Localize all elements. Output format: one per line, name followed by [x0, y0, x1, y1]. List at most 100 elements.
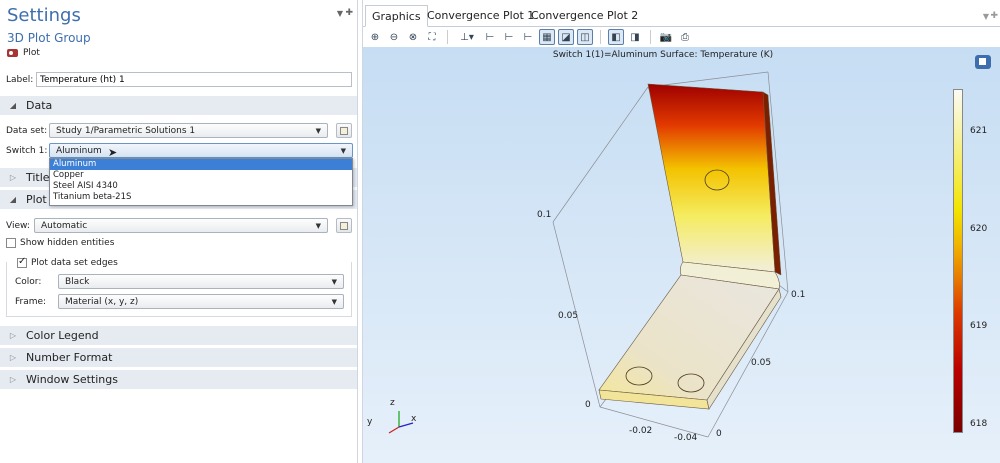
triad-x-label: x	[411, 414, 417, 424]
view-goto-button[interactable]	[336, 218, 352, 233]
dropdown-option-copper[interactable]: Copper	[50, 170, 352, 181]
show-hidden-row[interactable]: Show hidden entities	[6, 238, 114, 248]
switch-caption: Switch 1:	[6, 145, 48, 156]
render-icon[interactable]: ◨	[627, 29, 643, 45]
axis-tick-label: -0.04	[674, 433, 698, 443]
graphics-viewport[interactable]: Switch 1(1)=Aluminum Surface: Temperatur…	[363, 47, 1000, 463]
transparency-icon[interactable]: ◧	[608, 29, 624, 45]
frame-caption: Frame:	[15, 296, 47, 307]
section-data[interactable]: ◢ Data	[0, 95, 357, 115]
show-hidden-checkbox[interactable]	[6, 238, 16, 248]
dataset-combobox[interactable]: Study 1/Parametric Solutions 1 ▼	[49, 123, 328, 138]
switch-row: Switch 1: Aluminum ▼	[6, 143, 353, 158]
color-row: Color: Black ▼	[15, 274, 344, 289]
dropdown-option-steel[interactable]: Steel AISI 4340	[50, 181, 352, 192]
panel-title: Settings	[7, 5, 81, 26]
section-window-settings[interactable]: ▷ Window Settings	[0, 369, 357, 389]
zoom-out-icon[interactable]: ⊖	[386, 29, 402, 45]
expand-triangle-icon: ▷	[9, 375, 17, 384]
triad-y-label: y	[367, 417, 373, 427]
section-color-legend-label: Color Legend	[26, 329, 99, 342]
grid-toggle-icon[interactable]: ▦	[539, 29, 555, 45]
window-menu-icon[interactable]: ▼	[983, 12, 989, 21]
dataset-goto-button[interactable]	[336, 123, 352, 138]
zoom-extents-icon[interactable]: ⛶	[424, 29, 440, 45]
expand-triangle-icon: ▷	[9, 331, 17, 340]
dropdown-option-aluminum[interactable]: Aluminum	[50, 159, 352, 170]
expand-triangle-icon: ▷	[9, 353, 17, 362]
frame-combobox[interactable]: Material (x, y, z) ▼	[58, 294, 344, 309]
toolbar-separator	[447, 30, 448, 44]
view-axes-dropdown-icon[interactable]: ⊥▾	[455, 29, 479, 45]
print-icon[interactable]: ⎙	[677, 29, 693, 45]
pin-icon[interactable]: ✚	[345, 8, 353, 18]
axis-tick-label: 0	[716, 429, 722, 439]
chevron-down-icon: ▼	[340, 146, 346, 155]
plot-edges-row[interactable]: Plot data set edges	[17, 256, 122, 268]
tab-graphics[interactable]: Graphics	[365, 5, 428, 27]
collapse-triangle-icon: ◢	[9, 101, 17, 110]
settings-panel: Settings ▼ ✚ 3D Plot Group Plot Label: ◢…	[0, 0, 358, 463]
show-hidden-label: Show hidden entities	[20, 238, 115, 248]
label-row: Label:	[6, 72, 352, 87]
view-combobox[interactable]: Automatic ▼	[34, 218, 328, 233]
zoom-in-icon[interactable]: ⊕	[367, 29, 383, 45]
section-title-label: Title	[26, 171, 50, 184]
dataset-value: Study 1/Parametric Solutions 1	[56, 125, 196, 136]
tab-convergence-plot-1[interactable]: Convergence Plot 1	[421, 5, 540, 27]
view-xy-icon[interactable]: ⊢	[482, 29, 498, 45]
view-yz-icon[interactable]: ⊢	[501, 29, 517, 45]
color-value: Black	[65, 276, 90, 287]
expand-triangle-icon: ▷	[9, 173, 17, 182]
graphics-window: Graphics Convergence Plot 1 Convergence …	[362, 0, 1000, 463]
axis-tick-label: 0	[585, 400, 591, 410]
plot-icon	[7, 49, 18, 57]
chevron-down-icon: ▼	[315, 126, 321, 135]
plot-scene	[552, 71, 789, 438]
dataset-row: Data set: Study 1/Parametric Solutions 1…	[6, 123, 352, 138]
switch-combobox[interactable]: Aluminum ▼	[49, 143, 353, 158]
axis-tick-label: 0.05	[751, 358, 772, 368]
view-value: Automatic	[41, 220, 88, 231]
dropdown-option-titanium[interactable]: Titanium beta-21S	[50, 192, 352, 203]
chevron-down-icon: ▼	[331, 277, 337, 286]
switch-dropdown-list[interactable]: Aluminum Copper Steel AISI 4340 Titanium…	[49, 158, 353, 206]
goto-node-icon	[340, 221, 348, 230]
color-legend-bar	[953, 89, 963, 433]
scene-light-icon[interactable]: ◪	[558, 29, 574, 45]
tab-convergence-plot-2[interactable]: Convergence Plot 2	[525, 5, 644, 27]
plot-edges-checkbox[interactable]	[17, 256, 27, 268]
toolbar-separator	[650, 30, 651, 44]
mouse-cursor-icon: ➤	[108, 146, 118, 159]
wireframe-icon[interactable]: ◫	[577, 29, 593, 45]
switch-value: Aluminum	[56, 145, 102, 156]
zoom-box-icon[interactable]: ⊗	[405, 29, 421, 45]
color-combobox[interactable]: Black ▼	[58, 274, 344, 289]
collapse-triangle-icon: ◢	[9, 195, 17, 204]
dataset-caption: Data set:	[6, 125, 48, 136]
panel-menu-icon[interactable]: ▼	[337, 9, 343, 18]
node-name-row: Plot	[7, 48, 40, 58]
color-legend-tick: 618	[970, 419, 988, 429]
node-name: Plot	[23, 48, 40, 58]
color-caption: Color:	[15, 276, 42, 287]
node-type-title: 3D Plot Group	[7, 31, 91, 45]
color-legend-tick: 620	[970, 224, 988, 234]
section-color-legend[interactable]: ▷ Color Legend	[0, 325, 357, 345]
label-input[interactable]	[36, 72, 352, 87]
tab-bar: Graphics Convergence Plot 1 Convergence …	[363, 5, 1000, 27]
pin-icon[interactable]: ✚	[990, 11, 998, 21]
section-number-format[interactable]: ▷ Number Format	[0, 347, 357, 367]
axis-triad	[388, 411, 414, 434]
graphics-toolbar: ⊕ ⊖ ⊗ ⛶ ⊥▾ ⊢ ⊢ ⊢ ▦ ◪ ◫ ◧ ◨ 📷 ⎙	[363, 27, 1000, 47]
axis-tick-label: 0.1	[791, 290, 806, 300]
view-zx-icon[interactable]: ⊢	[520, 29, 536, 45]
chevron-down-icon: ▼	[331, 297, 337, 306]
axis-tick-label: 0.05	[558, 311, 579, 321]
camera-icon[interactable]: 📷	[658, 29, 674, 45]
axis-tick-label: -0.02	[629, 426, 653, 436]
goto-node-icon	[340, 126, 348, 135]
plot-edges-label: Plot data set edges	[31, 258, 118, 268]
vertical-plate	[647, 83, 776, 273]
triad-z-label: z	[390, 398, 395, 408]
